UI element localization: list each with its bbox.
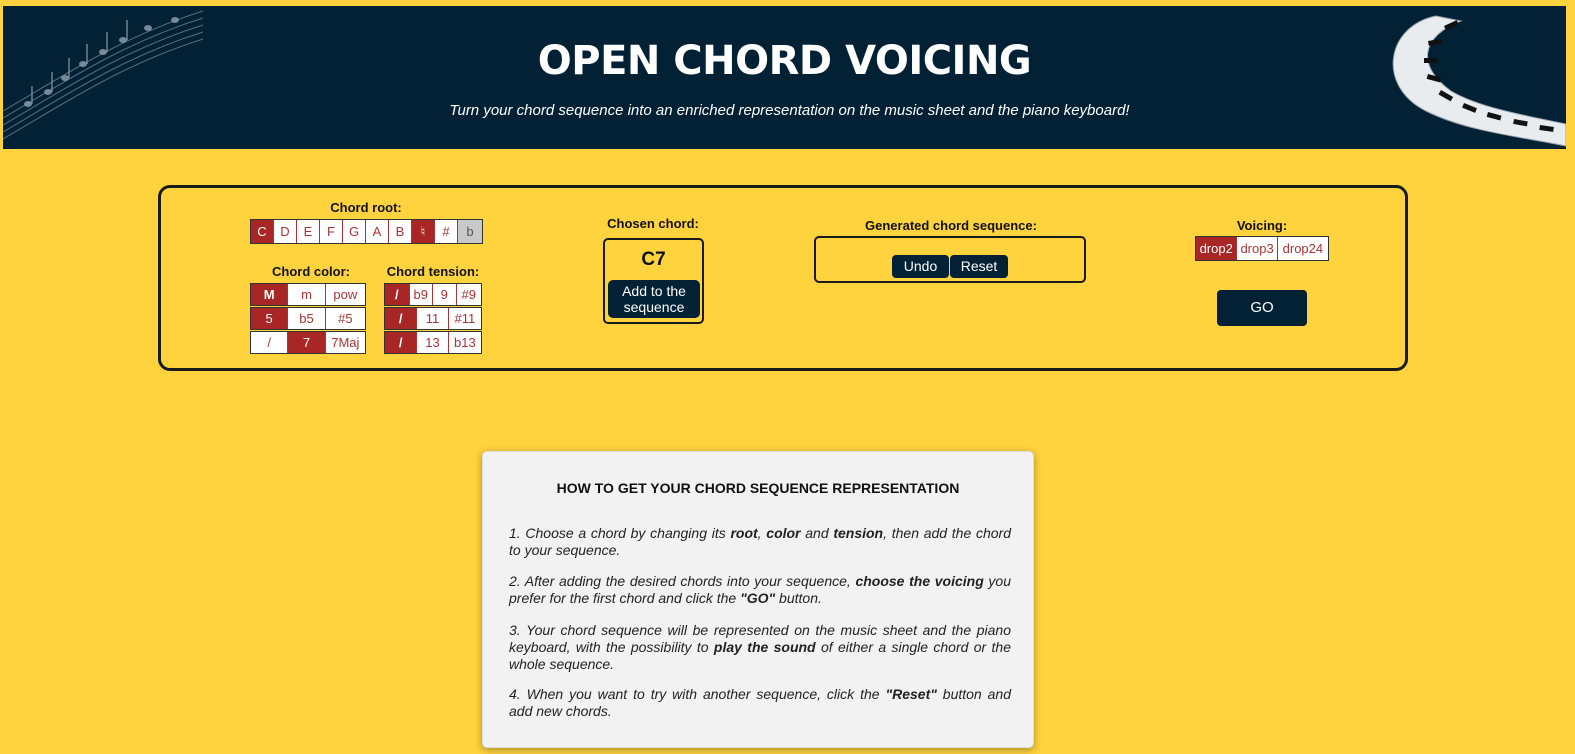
tension-option-sharp9[interactable]: #9 — [456, 284, 481, 305]
color-option-7maj[interactable]: 7Maj — [325, 332, 365, 353]
tension-option-9[interactable]: 9 — [433, 284, 457, 305]
color-option-none[interactable]: / — [251, 332, 289, 353]
voicing-option-drop2[interactable]: drop2 — [1196, 237, 1238, 260]
root-option-a[interactable]: A — [366, 220, 389, 243]
root-option-g[interactable]: G — [343, 220, 366, 243]
color-option-power[interactable]: pow — [325, 284, 365, 305]
color-option-b5[interactable]: b5 — [288, 308, 326, 329]
tension-option-11[interactable]: 11 — [417, 308, 449, 329]
chosen-chord-name: C7 — [641, 249, 666, 270]
chord-control-panel: Chord root: C D E F G A B ♮ # b Chord co… — [158, 185, 1408, 371]
chord-color-row-1: M m pow — [250, 283, 366, 306]
chord-color-row-2: 5 b5 #5 — [250, 307, 366, 330]
tension-option-13[interactable]: 13 — [417, 332, 449, 353]
color-option-minor[interactable]: m — [288, 284, 326, 305]
root-option-d[interactable]: D — [274, 220, 297, 243]
chord-root-label: Chord root: — [330, 200, 402, 215]
generated-sequence-box: Undo Reset — [814, 236, 1086, 283]
voicing-label: Voicing: — [1236, 218, 1288, 233]
page-subtitle: Turn your chord sequence into an enriche… — [449, 102, 1130, 119]
voicing-option-drop24[interactable]: drop24 — [1277, 237, 1328, 260]
tension-option-sharp11[interactable]: #11 — [448, 308, 481, 329]
accidental-natural[interactable]: ♮ — [412, 220, 435, 243]
page-title: OPEN CHORD VOICING — [537, 38, 1032, 84]
root-option-e[interactable]: E — [297, 220, 320, 243]
instructions-card: HOW TO GET YOUR CHORD SEQUENCE REPRESENT… — [482, 451, 1034, 748]
chord-color-label: Chord color: — [272, 264, 350, 279]
instruction-step-2: 2. After adding the desired chords into … — [509, 573, 1011, 606]
chosen-chord-label: Chosen chord: — [607, 216, 699, 231]
color-option-7[interactable]: 7 — [288, 332, 326, 353]
root-option-b[interactable]: B — [389, 220, 412, 243]
voicing-selector: drop2 drop3 drop24 — [1195, 236, 1329, 261]
undo-button[interactable]: Undo — [892, 255, 949, 278]
chord-root-selector: C D E F G A B ♮ # b — [250, 219, 483, 244]
color-option-5[interactable]: 5 — [251, 308, 289, 329]
root-option-c[interactable]: C — [251, 220, 274, 243]
go-button[interactable]: GO — [1217, 290, 1307, 326]
voicing-option-drop3[interactable]: drop3 — [1237, 237, 1278, 260]
color-option-major[interactable]: M — [251, 284, 289, 305]
add-to-sequence-button[interactable]: Add to the sequence — [608, 280, 700, 318]
color-option-sharp5[interactable]: #5 — [325, 308, 365, 329]
chosen-chord-box: C7 Add to the sequence — [603, 238, 704, 324]
tension-option-b13[interactable]: b13 — [448, 332, 481, 353]
tension-option-none-9[interactable]: / — [385, 284, 410, 305]
instruction-step-3: 3. Your chord sequence will be represent… — [509, 622, 1012, 672]
tension-option-b9[interactable]: b9 — [409, 284, 434, 305]
accidental-flat[interactable]: b — [458, 220, 482, 243]
chord-tension-row-2: / 11 #11 — [384, 307, 482, 330]
instruction-step-1: 1. Choose a chord by changing its root, … — [509, 525, 1011, 558]
accidental-sharp[interactable]: # — [435, 220, 458, 243]
chord-color-row-3: / 7 7Maj — [250, 331, 366, 354]
generated-sequence-label: Generated chord sequence: — [865, 218, 1037, 233]
instruction-step-4: 4. When you want to try with another seq… — [509, 686, 1012, 719]
root-option-f[interactable]: F — [320, 220, 343, 243]
header-banner: OPEN CHORD VOICING Turn your chord seque… — [3, 6, 1566, 149]
tension-option-none-11[interactable]: / — [385, 308, 418, 329]
chord-tension-row-1: / b9 9 #9 — [384, 283, 482, 306]
tension-option-none-13[interactable]: / — [385, 332, 418, 353]
piano-keyboard-decoration — [1392, 15, 1566, 147]
reset-button[interactable]: Reset — [950, 255, 1008, 278]
chord-tension-label: Chord tension: — [386, 264, 480, 279]
instructions-title: HOW TO GET YOUR CHORD SEQUENCE REPRESENT… — [556, 480, 960, 496]
chord-tension-row-3: / 13 b13 — [384, 331, 482, 354]
